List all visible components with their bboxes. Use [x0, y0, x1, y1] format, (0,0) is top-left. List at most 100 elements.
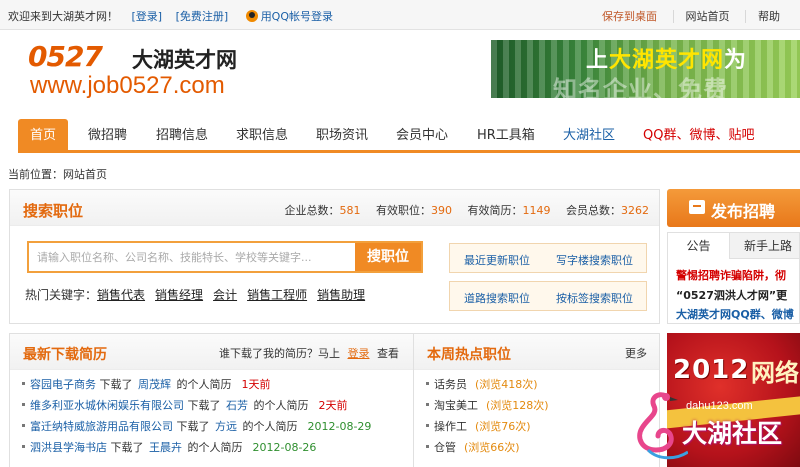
bullet-icon: [22, 424, 25, 427]
nav-home[interactable]: 首页: [18, 119, 68, 153]
download-person[interactable]: 周茂辉: [138, 378, 171, 391]
site-stats: 企业总数：581 有效职位：390 有效简历：1149 会员总数：3262: [285, 202, 650, 218]
site-logo[interactable]: 0527 大湖英才网 www.job0527.com: [28, 40, 268, 100]
hot-keywords-label: 热门关键字：: [25, 288, 98, 302]
top-left-links: 欢迎来到大湖英才网！ [登录] [免费注册] 用QQ帐号登录: [8, 8, 333, 24]
hot-job-title[interactable]: 仓管: [434, 441, 456, 454]
job-count-label: 有效职位：: [376, 204, 431, 217]
hot-job-title[interactable]: 淘宝美工: [434, 399, 478, 412]
downloads-header: 最新下载简历 谁下载了我的简历？马上 登录 查看: [10, 334, 413, 370]
search-jobs-button[interactable]: 搜职位: [355, 243, 421, 271]
login-link[interactable]: [登录]: [132, 10, 163, 23]
bullet-icon: [426, 445, 429, 448]
flamingo-icon: [637, 392, 688, 460]
hot-job-title[interactable]: 操作工: [434, 420, 467, 433]
download-company[interactable]: 富迁纳特威旅游用品有限公司: [30, 420, 173, 433]
download-verb: 下载了: [99, 378, 133, 391]
company-count-label: 企业总数：: [284, 204, 340, 217]
bullet-icon: [426, 382, 429, 385]
bullet-icon: [22, 445, 25, 448]
job-search-panel: 搜索职位 企业总数：581 有效职位：390 有效简历：1149 会员总数：32…: [9, 189, 660, 324]
notice-item[interactable]: 警惕招聘诈骗陷阱，彻: [676, 267, 786, 283]
download-suffix: 的个人简历: [253, 399, 309, 412]
resume-count-label: 有效简历：: [467, 204, 523, 217]
download-company[interactable]: 维多利亚水城休闲娱乐有限公司: [30, 399, 184, 412]
hot-keyword-link[interactable]: 销售经理: [155, 288, 203, 302]
download-row: 富迁纳特威旅游用品有限公司 下载了 方远 的个人简历 2012-08-29: [22, 418, 371, 438]
post-job-button[interactable]: 发布招聘: [667, 189, 800, 227]
download-company[interactable]: 容园电子商务: [30, 378, 96, 391]
download-person[interactable]: 王晨卉: [149, 441, 182, 454]
bullet-icon: [426, 403, 429, 406]
quick-search-row-2: 道路搜索职位 按标签搜索职位: [449, 281, 647, 311]
tab-announcement[interactable]: 公告: [668, 233, 730, 259]
logo-url: www.job0527.com: [30, 72, 225, 99]
bullet-icon: [22, 382, 25, 385]
nav-micro-recruit[interactable]: 微招聘: [88, 119, 127, 153]
hot-job-row: 淘宝美工 (浏览128次): [426, 397, 549, 417]
hot-keyword-link[interactable]: 销售代表: [97, 288, 145, 302]
nav-qq-weibo-tieba[interactable]: QQ群、微博、贴吧: [643, 119, 754, 153]
qq-penguin-icon: [245, 10, 258, 22]
office-search-link[interactable]: 写字楼搜索职位: [556, 252, 633, 268]
site-watermark: dahu123.com 大湖社区: [628, 388, 800, 467]
download-suffix: 的个人简历: [242, 420, 298, 433]
hot-keyword-link[interactable]: 会计: [213, 288, 237, 302]
save-to-desktop-link[interactable]: 保存到桌面: [590, 10, 657, 23]
post-job-label: 发布招聘: [711, 202, 776, 221]
downloads-prompt: 谁下载了我的简历？马上 登录 查看: [219, 345, 399, 361]
qq-login-link[interactable]: 用QQ帐号登录: [245, 10, 334, 23]
notice-item[interactable]: 大湖英才网QQ群、微博: [676, 306, 794, 322]
hot-jobs-more-link[interactable]: 更多: [625, 345, 647, 361]
download-person[interactable]: 石芳: [226, 399, 248, 412]
logo-name: 大湖英才网: [132, 48, 237, 72]
hot-keyword-link[interactable]: 销售工程师: [247, 288, 307, 302]
hot-keyword-link[interactable]: 销售助理: [317, 288, 365, 302]
qq-login-label: 用QQ帐号登录: [260, 10, 334, 23]
downloads-view-link[interactable]: 查看: [377, 347, 399, 360]
home-link[interactable]: 网站首页: [672, 10, 730, 23]
hot-job-views: (浏览76次): [475, 420, 531, 433]
hot-jobs-header: 本周热点职位 更多: [414, 334, 659, 370]
nav-member-center[interactable]: 会员中心: [396, 119, 448, 153]
download-person[interactable]: 方远: [215, 420, 237, 433]
download-time: 1天前: [241, 378, 271, 391]
nav-career-news[interactable]: 职场资讯: [316, 119, 368, 153]
hot-job-views: (浏览128次): [486, 399, 549, 412]
help-link[interactable]: 帮助: [745, 10, 780, 23]
download-company[interactable]: 泗洪县学海书店: [30, 441, 107, 454]
top-utility-bar: 欢迎来到大湖英才网！ [登录] [免费注册] 用QQ帐号登录 保存到桌面 网站首…: [0, 0, 800, 30]
hot-job-row: 话务员 (浏览418次): [426, 376, 538, 396]
nav-seek-info[interactable]: 求职信息: [236, 119, 288, 153]
download-verb: 下载了: [110, 441, 144, 454]
hot-keywords: 热门关键字：销售代表 销售经理 会计 销售工程师 销售助理: [25, 286, 365, 303]
tab-newbie-guide[interactable]: 新手上路: [730, 233, 799, 259]
register-link[interactable]: [免费注册]: [176, 10, 229, 23]
downloads-login-link[interactable]: 登录: [348, 347, 370, 360]
recent-jobs-link[interactable]: 最近更新职位: [464, 252, 530, 268]
nav-hr-tools[interactable]: HR工具箱: [477, 119, 535, 153]
hot-job-title[interactable]: 话务员: [434, 378, 467, 391]
hot-jobs-panel: 本周热点职位 更多 话务员 (浏览418次) 淘宝美工 (浏览128次) 操作工 (浏…: [413, 333, 660, 467]
search-box: 搜职位: [27, 241, 423, 273]
ad-year: 2012: [673, 355, 750, 385]
nav-job-info[interactable]: 招聘信息: [156, 119, 208, 153]
breadcrumb: 当前位置：网站首页: [8, 168, 107, 181]
tag-search-link[interactable]: 按标签搜索职位: [556, 290, 633, 306]
banner-slogan-line2: 知名企业、免费: [553, 76, 728, 98]
notice-item[interactable]: “0527泗洪人才网”更: [676, 287, 787, 303]
company-count: 581: [339, 204, 361, 217]
member-count-label: 会员总数：: [566, 204, 621, 217]
hot-job-row: 操作工 (浏览76次): [426, 418, 531, 438]
downloads-title: 最新下载简历: [23, 347, 107, 363]
hot-job-row: 仓管 (浏览66次): [426, 439, 520, 459]
header-banner-ad[interactable]: 上大湖英才网为 知名企业、免费: [491, 40, 800, 98]
search-panel-title: 搜索职位: [23, 202, 84, 220]
download-time: 2012-08-29: [307, 420, 372, 433]
top-right-links: 保存到桌面 网站首页 帮助: [578, 8, 780, 24]
bullet-icon: [22, 403, 25, 406]
road-search-link[interactable]: 道路搜索职位: [464, 290, 530, 306]
job-search-input[interactable]: [29, 243, 347, 271]
nav-community[interactable]: 大湖社区: [563, 119, 615, 153]
latest-downloads-panel: 最新下载简历 谁下载了我的简历？马上 登录 查看 容园电子商务 下载了 周茂辉 …: [9, 333, 414, 467]
